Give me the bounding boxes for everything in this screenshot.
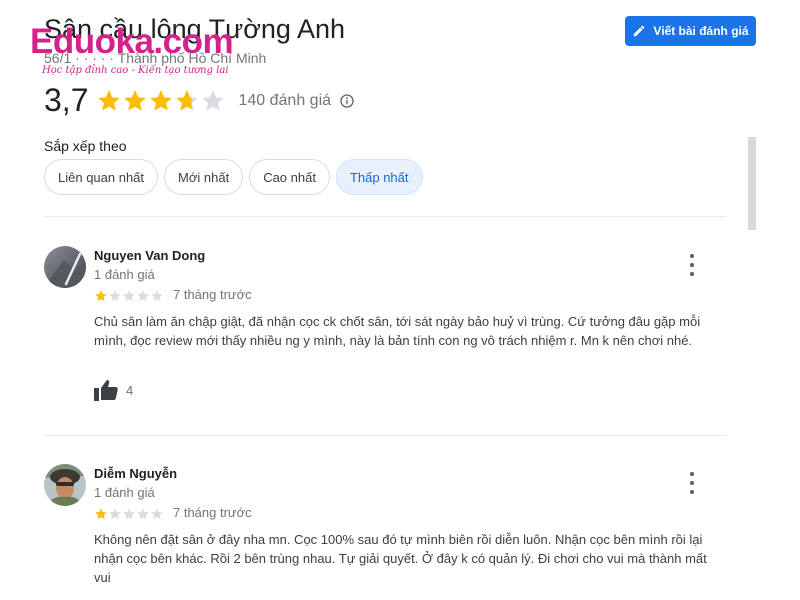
star-empty-icon: [151, 290, 163, 302]
avatar[interactable]: [44, 246, 86, 288]
sort-chip[interactable]: Mới nhất: [164, 159, 244, 195]
review-text: Chủ sân làm ăn chập giật, đã nhận cọc ck…: [94, 314, 701, 348]
more-options-icon[interactable]: [688, 472, 696, 494]
rating-stars: [96, 88, 226, 114]
rating-summary: 3,7 140 đánh giá: [44, 82, 355, 119]
avatar[interactable]: [44, 464, 86, 506]
sort-chip[interactable]: Thấp nhất: [335, 159, 423, 195]
reviewer-name[interactable]: Nguyen Van Dong: [94, 248, 205, 263]
star-empty-icon: [123, 508, 135, 520]
pencil-icon: [634, 25, 645, 37]
star-empty-icon: [137, 508, 149, 520]
sort-chips: Liên quan nhất Mới nhất Cao nhất Thấp nhất: [44, 159, 429, 195]
write-review-label: Viết bài đánh giá: [653, 24, 749, 38]
review-stars: [94, 507, 164, 521]
reviewer-review-count: 1 đánh giá: [94, 267, 155, 282]
more-options-icon[interactable]: [688, 254, 696, 276]
sort-chip[interactable]: Cao nhất: [249, 159, 330, 195]
reviewer-review-count: 1 đánh giá: [94, 485, 155, 500]
sort-label: Sắp xếp theo: [44, 138, 127, 154]
scrollbar[interactable]: [748, 137, 756, 230]
star-filled-icon: [95, 508, 107, 520]
star-half-icon: [176, 89, 199, 111]
thumbs-up-icon: [94, 380, 118, 401]
rating-value: 3,7: [44, 82, 89, 118]
star-filled-icon: [95, 290, 107, 302]
review-time: 7 tháng trước: [173, 287, 252, 302]
info-icon[interactable]: [339, 93, 355, 109]
star-empty-icon: [109, 290, 121, 302]
star-filled-icon: [124, 89, 147, 111]
star-empty-icon: [151, 508, 163, 520]
star-filled-icon: [98, 89, 121, 111]
like-button[interactable]: 4: [94, 379, 133, 401]
star-empty-icon: [109, 508, 121, 520]
rating-count[interactable]: 140 đánh giá: [238, 92, 331, 110]
star-empty-icon: [202, 89, 225, 111]
reviewer-name[interactable]: Diễm Nguyễn: [94, 466, 177, 481]
review-stars: [94, 289, 164, 303]
write-review-button[interactable]: Viết bài đánh giá: [625, 16, 756, 46]
watermark-logo-text: Eduoka.com: [30, 22, 234, 61]
watermark-tagline: Học tập đỉnh cao - Kiến tạo tương lai: [42, 65, 229, 76]
watermark-logo: Eduoka.com Học tập đỉnh cao - Kiến tạo t…: [30, 22, 234, 76]
review-time: 7 tháng trước: [173, 505, 252, 520]
like-count: 4: [126, 382, 134, 398]
review-text: Không nên đặt sân ở đây nha mn. Cọc 100%…: [94, 532, 707, 585]
divider: [44, 216, 726, 217]
sort-chip[interactable]: Liên quan nhất: [44, 159, 159, 195]
divider: [44, 435, 726, 436]
star-empty-icon: [137, 290, 149, 302]
star-empty-icon: [123, 290, 135, 302]
star-filled-icon: [150, 89, 173, 111]
